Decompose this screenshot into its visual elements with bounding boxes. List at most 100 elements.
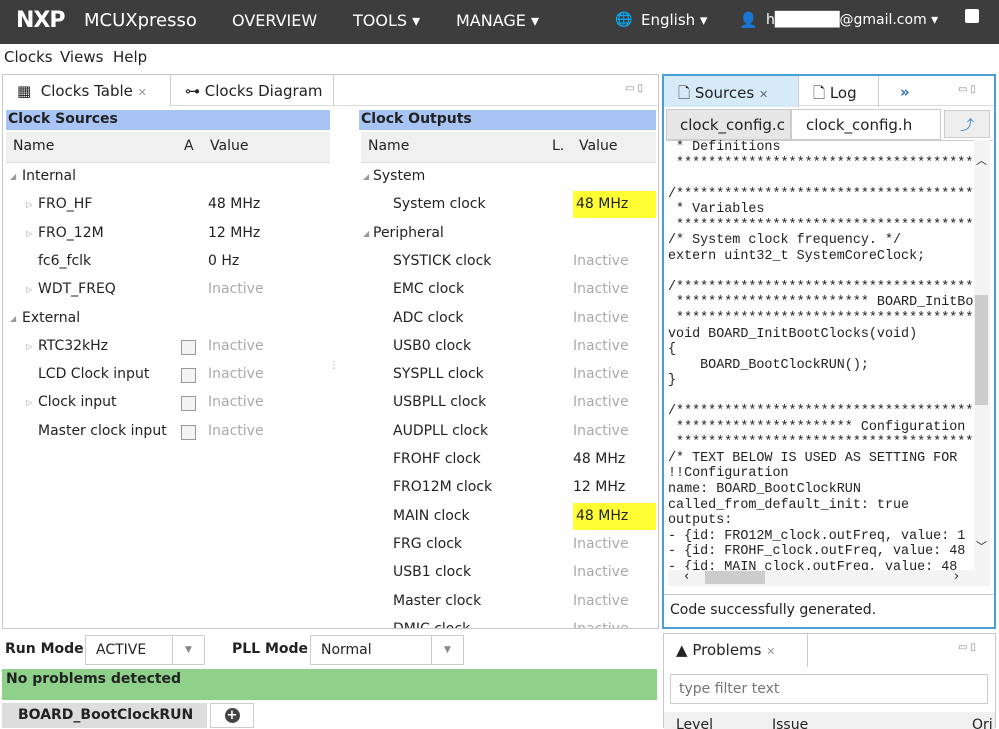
col-value[interactable]: Value: [210, 138, 248, 154]
more-tabs-button[interactable]: »: [886, 76, 910, 107]
table-row[interactable]: ▷ Clock input Inactive: [10, 389, 330, 417]
col-a[interactable]: A: [184, 138, 194, 154]
col-l[interactable]: L.: [552, 138, 564, 154]
pll-mode-label: PLL Mode: [232, 641, 309, 657]
checkbox[interactable]: [181, 396, 196, 412]
col-name[interactable]: Name: [368, 138, 409, 154]
collapsed-arrow-icon[interactable]: ▷: [26, 229, 32, 238]
user-menu[interactable]: h██████@gmail.com ▾: [766, 12, 938, 28]
filter-input[interactable]: [670, 674, 988, 704]
table-row[interactable]: FROHF clock 48 MHz: [363, 446, 657, 474]
collapsed-arrow-icon[interactable]: ▷: [26, 342, 32, 351]
table-row[interactable]: USB0 clock Inactive: [363, 333, 657, 361]
export-icon[interactable]: ⤴: [944, 110, 990, 138]
clock-sources-header: Clock Sources: [6, 110, 330, 130]
table-row[interactable]: ▷ WDT_FREQ Inactive: [10, 276, 330, 304]
tab-clock-config-c[interactable]: clock_config.c: [666, 109, 791, 140]
pll-mode-select[interactable]: Normal ▼: [310, 635, 464, 665]
col-value[interactable]: Value: [579, 138, 617, 154]
collapsed-arrow-icon[interactable]: ▷: [26, 200, 32, 209]
splitter-handle[interactable]: ⋮: [329, 360, 339, 371]
scroll-up-icon[interactable]: ︿: [976, 152, 987, 168]
table-row[interactable]: FRO12M clock 12 MHz: [363, 474, 657, 502]
expanded-arrow-icon[interactable]: ◢: [363, 172, 369, 181]
table-row[interactable]: ▷ FRO_12M 12 MHz: [10, 220, 330, 248]
checkbox[interactable]: [181, 368, 196, 384]
nxp-logo[interactable]: NXP: [16, 8, 65, 33]
row-name: RTC32kHz: [38, 337, 109, 354]
table-row[interactable]: fc6_fclk 0 Hz: [10, 248, 330, 276]
scroll-down-icon[interactable]: ﹀: [976, 538, 987, 554]
nav-tools[interactable]: TOOLS ▾: [353, 11, 420, 30]
table-row[interactable]: USB1 clock Inactive: [363, 559, 657, 587]
scroll-right-icon[interactable]: ›: [954, 569, 959, 584]
row-name: ADC clock: [393, 309, 464, 326]
tab-log[interactable]: 🗋 Log: [799, 76, 879, 107]
minimize-maximize-icons[interactable]: ▭▯: [958, 84, 979, 95]
code-viewer[interactable]: * Definitions **************************…: [668, 140, 974, 570]
table-row[interactable]: ◢ System: [363, 163, 657, 191]
table-row[interactable]: ADC clock Inactive: [363, 305, 657, 333]
minimize-maximize-icons[interactable]: ▭▯: [958, 642, 979, 653]
feedback-icon[interactable]: [965, 9, 979, 23]
tab-clocks-diagram[interactable]: ⊶ Clocks Diagram: [171, 75, 334, 106]
nav-overview[interactable]: OVERVIEW: [232, 11, 317, 30]
tab-sources[interactable]: 🗋 Sources ✕: [664, 76, 799, 107]
col-issue[interactable]: Issue: [772, 717, 808, 729]
col-level[interactable]: Level: [676, 717, 713, 729]
tab-problems[interactable]: ▲ Problems ✕: [664, 634, 808, 667]
tab-clock-config-h[interactable]: clock_config.h: [791, 109, 941, 140]
table-row[interactable]: Master clock input Inactive: [10, 418, 330, 446]
table-row[interactable]: DMIC clock Inactive: [363, 616, 657, 628]
table-row[interactable]: ▷ FRO_HF 48 MHz: [10, 191, 330, 219]
menu-help[interactable]: Help: [113, 48, 147, 66]
scroll-thumb[interactable]: [975, 295, 988, 405]
config-tab-board-bootclockrun[interactable]: BOARD_BootClockRUN: [2, 703, 207, 728]
table-row[interactable]: AUDPLL clock Inactive: [363, 418, 657, 446]
col-name[interactable]: Name: [13, 138, 54, 154]
code-line: }: [668, 373, 677, 389]
row-name: fc6_fclk: [38, 252, 92, 269]
table-row[interactable]: ◢ Internal: [10, 163, 330, 191]
row-value: Inactive: [573, 281, 629, 298]
scroll-left-icon[interactable]: ‹: [684, 569, 689, 584]
app-title[interactable]: MCUXpresso: [84, 10, 197, 31]
menu-views[interactable]: Views: [60, 48, 103, 66]
vertical-scrollbar[interactable]: ︿ ﹀: [974, 140, 990, 570]
table-row[interactable]: LCD Clock input Inactive: [10, 361, 330, 389]
horizontal-scrollbar[interactable]: ‹ ›: [668, 569, 990, 586]
table-row[interactable]: ◢ External: [10, 305, 330, 333]
scroll-thumb[interactable]: [705, 571, 765, 584]
table-row[interactable]: USBPLL clock Inactive: [363, 389, 657, 417]
menu-bar: Clocks Views Help: [0, 44, 999, 70]
add-configuration-button[interactable]: +: [210, 703, 254, 728]
nav-manage[interactable]: MANAGE ▾: [456, 11, 539, 30]
run-mode-select[interactable]: ACTIVE ▼: [85, 635, 205, 665]
tab-clocks-table[interactable]: ▦ Clocks Table ✕: [3, 75, 171, 106]
table-row[interactable]: SYSPLL clock Inactive: [363, 361, 657, 389]
table-row[interactable]: ▷ RTC32kHz Inactive: [10, 333, 330, 361]
col-origin[interactable]: Ori: [972, 717, 993, 729]
collapsed-arrow-icon[interactable]: ▷: [26, 398, 32, 407]
close-icon[interactable]: ✕: [138, 86, 147, 99]
table-row[interactable]: Master clock Inactive: [363, 588, 657, 616]
table-row[interactable]: ◢ Peripheral: [363, 220, 657, 248]
table-row[interactable]: System clock 48 MHz: [363, 191, 657, 219]
plus-icon: +: [224, 708, 240, 723]
language-selector[interactable]: English ▾: [641, 11, 707, 29]
menu-clocks[interactable]: Clocks: [4, 48, 53, 66]
table-row[interactable]: FRG clock Inactive: [363, 531, 657, 559]
minimize-maximize-icons[interactable]: ▭▯: [625, 83, 646, 94]
row-value: 48 MHz: [208, 196, 261, 213]
close-icon[interactable]: ✕: [766, 645, 775, 658]
expanded-arrow-icon[interactable]: ◢: [10, 172, 16, 181]
collapsed-arrow-icon[interactable]: ▷: [26, 285, 32, 294]
close-icon[interactable]: ✕: [759, 88, 768, 101]
checkbox[interactable]: [181, 424, 196, 440]
table-row[interactable]: SYSTICK clock Inactive: [363, 248, 657, 276]
table-row[interactable]: EMC clock Inactive: [363, 276, 657, 304]
checkbox[interactable]: [181, 339, 196, 355]
expanded-arrow-icon[interactable]: ◢: [363, 229, 369, 238]
table-row[interactable]: MAIN clock 48 MHz: [363, 502, 657, 531]
expanded-arrow-icon[interactable]: ◢: [10, 314, 16, 323]
